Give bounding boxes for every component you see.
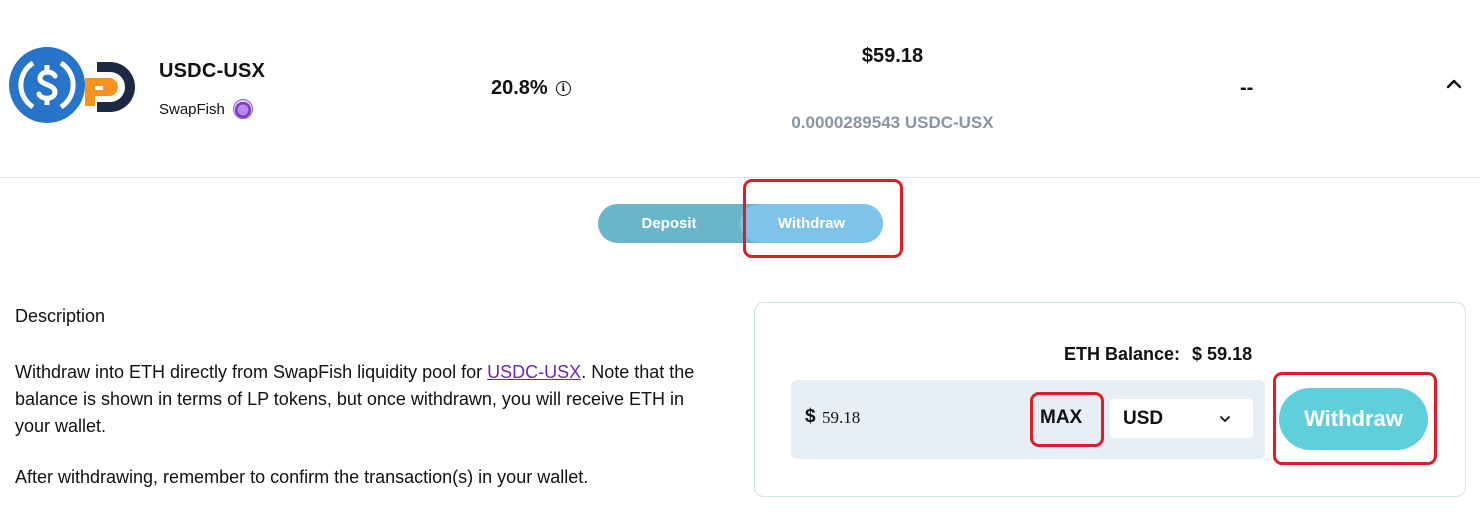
currency-symbol: $ — [805, 406, 816, 427]
dforce-d-icon — [83, 58, 137, 116]
pool-row[interactable] — [0, 0, 1480, 178]
deposit-withdraw-toggle: Deposit Withdraw — [598, 204, 883, 243]
description-prefix: Withdraw into ETH directly from SwapFish… — [15, 362, 488, 382]
currency-value: USD — [1123, 407, 1164, 429]
tab-deposit[interactable]: Deposit — [598, 204, 740, 243]
amount-input[interactable]: 59.18 — [822, 408, 860, 428]
platform-label: SwapFish — [159, 99, 253, 119]
chevron-down-icon — [1220, 415, 1230, 422]
description-confirm-note: After withdrawing, remember to confirm t… — [15, 467, 589, 487]
eth-balance-label: ETH Balance: — [1064, 344, 1181, 364]
eth-balance: ETH Balance: $ 59.18 — [1064, 344, 1252, 365]
chevron-up-icon[interactable] — [1444, 74, 1464, 94]
description-body: Withdraw into ETH directly from SwapFish… — [15, 359, 715, 440]
apy-text: 20.8% — [491, 77, 548, 99]
deposit-lp-value: 0.0000289543 USDC-USX — [791, 113, 994, 132]
description-title: Description — [15, 306, 106, 326]
currency-select[interactable]: USD — [1110, 399, 1253, 438]
daily-value: -- — [1240, 77, 1254, 99]
apy-value: 20.8% i — [491, 77, 571, 100]
tab-withdraw[interactable]: Withdraw — [740, 204, 883, 243]
info-icon[interactable]: i — [555, 81, 571, 96]
usdc-icon — [9, 47, 85, 123]
eth-balance-value: $ 59.18 — [1192, 344, 1253, 364]
withdraw-button[interactable]: Withdraw — [1279, 388, 1428, 450]
deposit-usd-value: $59.18 — [861, 45, 924, 67]
pool-link[interactable]: USDC-USX — [487, 362, 581, 382]
max-button[interactable]: MAX — [1040, 407, 1082, 429]
swapfish-icon — [232, 99, 253, 119]
platform-name: SwapFish — [159, 100, 225, 118]
pool-name: USDC-USX — [159, 60, 266, 82]
